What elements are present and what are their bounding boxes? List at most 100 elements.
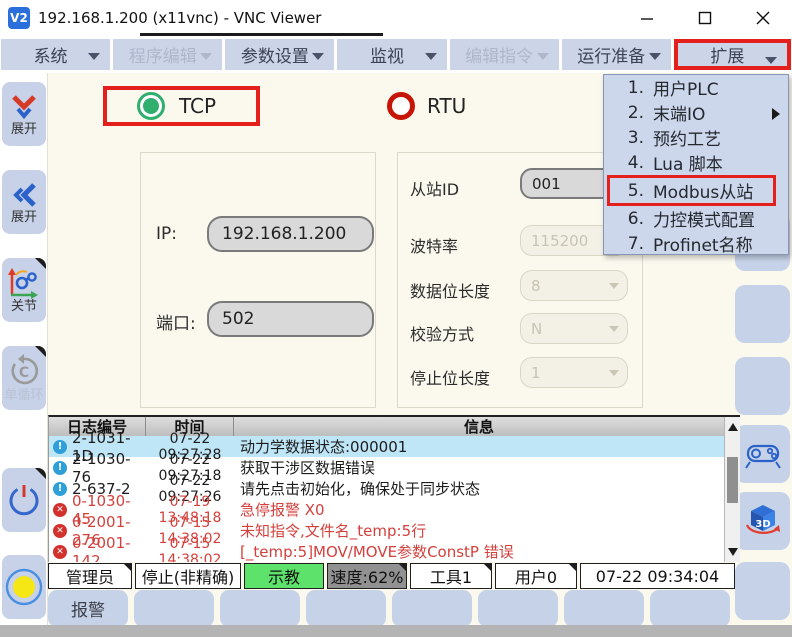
menu-item-system[interactable]: 系统: [1, 39, 110, 70]
port-label: 端口:: [156, 309, 196, 334]
tcp-settings-panel: IP: 192.168.1.200 端口: 502: [140, 152, 376, 408]
vnc-viewer-window: V2 192.168.1.200 (x11vnc) - VNC Viewer 系…: [0, 0, 792, 637]
bottom-button-8[interactable]: [650, 590, 730, 627]
scrollbar-thumb[interactable]: [727, 457, 738, 503]
tcp-label: TCP: [179, 94, 216, 118]
databits-select: 8: [520, 270, 628, 301]
power-icon: [5, 481, 43, 519]
chevron-down-icon: [537, 53, 549, 60]
bottom-button-6[interactable]: [478, 590, 558, 627]
motion-status: 停止(非精确): [135, 563, 241, 589]
main-area: 展开 展开 关节: [0, 73, 792, 637]
double-chevron-left-icon: [9, 180, 39, 210]
extension-dropdown-menu: 1.用户PLC 2.末端IO 3.预约工艺 4.Lua 脚本 5.Modbus从…: [603, 74, 789, 255]
view-3d-button[interactable]: 3D: [735, 492, 790, 550]
chevron-down-icon: [609, 326, 619, 332]
rtu-option[interactable]: RTU: [387, 92, 466, 120]
single-cycle-icon: C: [7, 354, 41, 388]
ip-field[interactable]: 192.168.1.200: [207, 216, 374, 252]
chevron-down-icon: [765, 57, 777, 64]
gamepad-icon: [741, 438, 785, 470]
role-status[interactable]: 管理员: [48, 563, 132, 589]
speed-status[interactable]: 速度:62%: [327, 563, 407, 589]
chevron-down-icon: [609, 283, 619, 289]
chevron-down-icon: [649, 53, 661, 60]
mode-status: 示教: [244, 563, 324, 589]
bottom-strip: [0, 625, 792, 637]
port-field[interactable]: 502: [207, 301, 374, 337]
tcp-radio-selected[interactable]: [137, 92, 165, 120]
menu-item-run-prep[interactable]: 运行准备: [562, 39, 671, 70]
tcp-option-highlight[interactable]: TCP: [103, 86, 260, 126]
ext-menu-item-lua-script[interactable]: 4.Lua 脚本: [604, 150, 788, 175]
right-sidebar-button-6[interactable]: [735, 562, 790, 620]
bottom-button-2[interactable]: [134, 590, 214, 627]
maximize-button[interactable]: [676, 0, 734, 36]
log-scrollbar[interactable]: [724, 417, 740, 562]
menu-bar: 系统 程序编辑 参数设置 监视 编辑指令 运行准备 扩展: [0, 36, 792, 73]
right-sidebar-button-2[interactable]: [735, 285, 790, 343]
menu-item-program-edit[interactable]: 程序编辑: [113, 39, 222, 70]
ext-menu-item-end-io[interactable]: 2.末端IO: [604, 100, 788, 125]
menu-item-edit-instruction[interactable]: 编辑指令: [450, 39, 559, 70]
jog-controller-button[interactable]: [735, 425, 790, 483]
datetime-display: 07-22 09:34:04: [580, 563, 735, 589]
bottom-button-3[interactable]: [220, 590, 300, 627]
error-icon: [53, 545, 67, 559]
stopbits-select: 1: [520, 357, 628, 388]
ext-menu-item-reserved-process[interactable]: 3.预约工艺: [604, 125, 788, 150]
record-button[interactable]: [2, 555, 46, 619]
ip-label: IP:: [156, 224, 177, 244]
alarm-button[interactable]: 报警: [48, 590, 128, 627]
stopbits-label: 停止位长度: [410, 365, 490, 389]
svg-text:3D: 3D: [755, 519, 770, 530]
cube-3d-icon: 3D: [741, 501, 785, 541]
single-cycle-button[interactable]: C 单循环: [2, 346, 46, 410]
expand-left-button[interactable]: 展开: [2, 170, 46, 234]
ext-menu-item-user-plc[interactable]: 1.用户PLC: [604, 75, 788, 100]
chevron-down-icon: [88, 53, 100, 60]
right-sidebar-button-3[interactable]: [735, 357, 790, 415]
menu-item-param-settings[interactable]: 参数设置: [225, 39, 334, 70]
svg-text:C: C: [19, 365, 29, 381]
window-controls: [618, 0, 792, 36]
chevron-down-icon: [425, 53, 437, 60]
scroll-up-icon[interactable]: [725, 419, 740, 435]
ext-menu-item-profinet-name[interactable]: 7.Profinet名称: [604, 231, 788, 256]
rtu-radio-unselected[interactable]: [387, 92, 415, 120]
slave-id-label: 从站ID: [410, 176, 459, 200]
databits-label: 数据位长度: [410, 278, 490, 302]
user-status[interactable]: 用户0: [495, 563, 577, 589]
parity-select: N: [520, 313, 628, 344]
vnc-logo-icon: V2: [8, 7, 30, 29]
left-sidebar: 展开 展开 关节: [0, 73, 48, 625]
robot-joint-icon: [6, 267, 42, 299]
menu-item-extension[interactable]: 扩展: [674, 39, 791, 70]
ext-menu-item-modbus-slave[interactable]: 5.Modbus从站: [607, 175, 776, 206]
bottom-button-4[interactable]: [306, 590, 386, 627]
bottom-button-7[interactable]: [564, 590, 644, 627]
window-title: 192.168.1.200 (x11vnc) - VNC Viewer: [38, 9, 321, 27]
minimize-button[interactable]: [618, 0, 676, 36]
ext-menu-item-force-control[interactable]: 6.力控模式配置: [604, 206, 788, 231]
expand-down-button[interactable]: 展开: [2, 82, 46, 146]
joint-mode-button[interactable]: 关节: [2, 258, 46, 322]
log-panel: 日志编号 时间 信息 2-1031-1D 07-22 09:27:28 动力学数…: [48, 415, 740, 562]
parity-label: 校验方式: [410, 321, 474, 345]
baudrate-label: 波特率: [410, 233, 458, 257]
double-chevron-down-icon: [9, 92, 39, 122]
info-icon: [53, 461, 67, 475]
chevron-down-icon: [200, 53, 212, 60]
log-row[interactable]: 0-2001-142 07-15 14:38:02 [_temp:5]MOV/M…: [49, 541, 724, 562]
tool-status[interactable]: 工具1: [410, 563, 492, 589]
scroll-down-icon[interactable]: [725, 544, 740, 560]
menu-item-monitor[interactable]: 监视: [337, 39, 446, 70]
submenu-arrow-icon: [772, 108, 780, 120]
rtu-label: RTU: [427, 94, 466, 118]
close-button[interactable]: [734, 0, 792, 36]
record-icon: [4, 567, 44, 607]
power-button[interactable]: [2, 468, 46, 532]
bottom-button-5[interactable]: [392, 590, 472, 627]
status-bar: 管理员 停止(非精确) 示教 速度:62% 工具1 用户0 07-22 09:3…: [48, 563, 735, 589]
chevron-down-icon: [609, 370, 619, 376]
